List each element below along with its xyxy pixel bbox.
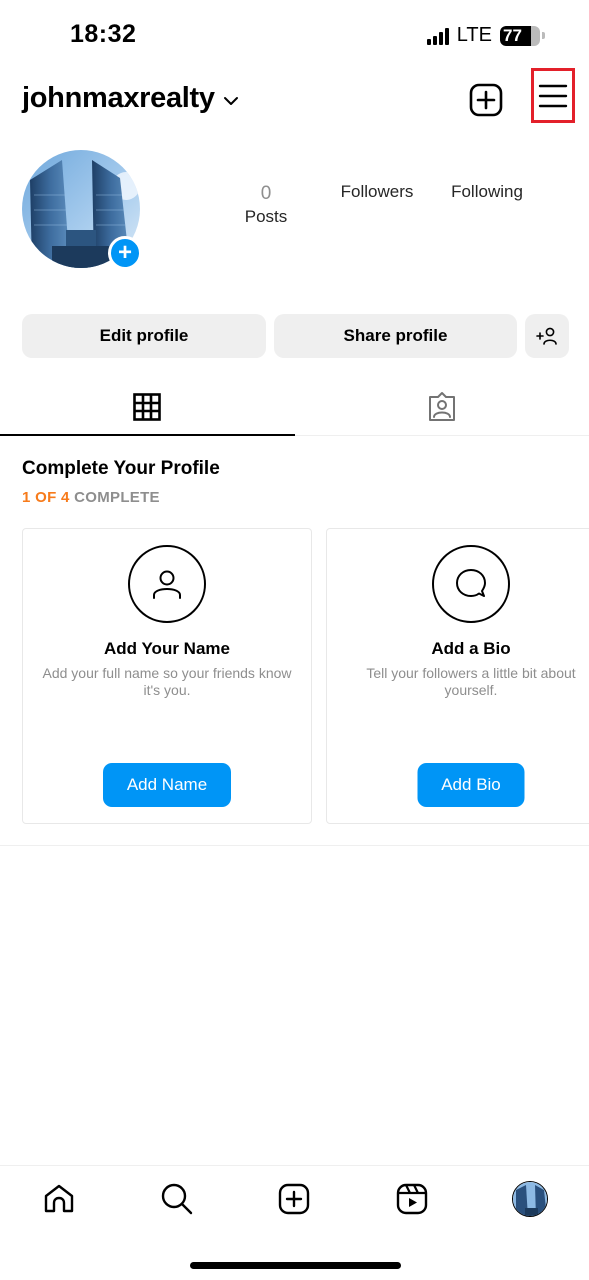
status-time: 18:32 [70, 20, 137, 48]
nav-profile[interactable] [500, 1174, 560, 1224]
profile-header: johnmaxrealty [0, 68, 589, 126]
account-switcher[interactable]: johnmaxrealty [22, 82, 239, 115]
nav-search[interactable] [147, 1174, 207, 1224]
nav-reels[interactable] [382, 1174, 442, 1224]
progress-label: COMPLETE [74, 489, 160, 506]
add-name-button[interactable]: Add Name [103, 763, 231, 807]
reels-icon [397, 1183, 428, 1214]
bottom-navigation [0, 1165, 589, 1235]
add-story-button[interactable]: + [108, 236, 142, 270]
card-description: Add your full name so your friends know … [42, 665, 292, 698]
edit-profile-button[interactable]: Edit profile [22, 314, 266, 358]
posts-label: Posts [244, 207, 288, 226]
menu-icon [538, 84, 568, 107]
new-post-button[interactable] [469, 83, 503, 117]
card-title: Add a Bio [431, 639, 511, 658]
nav-create[interactable] [264, 1174, 324, 1224]
posts-stat[interactable]: 0 Posts [236, 182, 296, 228]
signal-icon [426, 27, 449, 45]
home-icon [44, 1184, 74, 1212]
tab-tagged[interactable] [295, 378, 589, 435]
card-title: Add Your Name [104, 639, 230, 658]
battery-level: 77 [503, 25, 522, 45]
profile-avatar-small [512, 1180, 549, 1217]
person-icon [153, 570, 181, 599]
followers-stat[interactable]: Followers [330, 182, 424, 202]
username: johnmaxrealty [22, 82, 215, 114]
discover-people-button[interactable] [525, 314, 569, 358]
plus-icon: + [117, 239, 132, 266]
speech-bubble-icon [456, 569, 486, 597]
profile-tabs [0, 378, 589, 436]
card-icon-circle [128, 545, 206, 623]
create-icon [279, 1183, 310, 1214]
add-bio-card: Add a Bio Tell your followers a little b… [326, 528, 589, 824]
progress-count: 1 OF 4 [22, 489, 70, 506]
menu-button[interactable] [531, 68, 575, 123]
nav-home[interactable] [29, 1174, 89, 1224]
battery-icon: 77 [500, 25, 540, 46]
network-type: LTE [456, 24, 492, 46]
add-bio-button[interactable]: Add Bio [417, 763, 525, 807]
profile-actions: Edit profile Share profile [22, 314, 569, 358]
status-bar: 18:32 LTE 77 [0, 0, 589, 70]
card-icon-circle [432, 545, 510, 623]
battery-tip [542, 32, 545, 39]
section-divider [0, 845, 589, 846]
add-person-icon [536, 327, 557, 345]
complete-profile-title: Complete Your Profile [22, 458, 220, 479]
add-name-card: Add Your Name Add your full name so your… [22, 528, 312, 824]
following-stat[interactable]: Following [442, 182, 532, 202]
new-post-icon [469, 83, 503, 117]
card-description: Tell your followers a little bit about y… [366, 665, 576, 698]
status-indicators: LTE 77 [426, 24, 545, 47]
chevron-down-icon [223, 96, 238, 105]
tagged-icon [428, 391, 455, 421]
search-icon [161, 1183, 192, 1214]
posts-count: 0 [260, 183, 272, 204]
home-indicator [190, 1262, 401, 1269]
complete-profile-progress: 1 OF 4 COMPLETE [22, 489, 160, 506]
tab-grid[interactable] [0, 378, 295, 436]
grid-icon [133, 392, 162, 421]
share-profile-button[interactable]: Share profile [274, 314, 517, 358]
